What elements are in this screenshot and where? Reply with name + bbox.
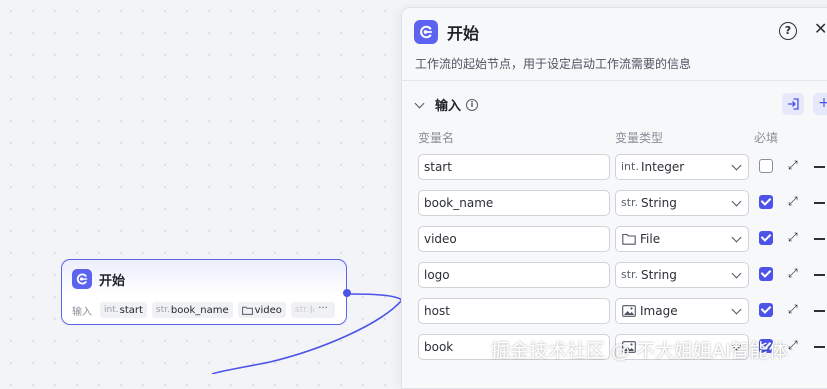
node-config-panel: 开始 ? ✕ 工作流的起始节点，用于设定启动工作流需要的信息 输入 i + 变量… (401, 7, 827, 389)
variable-name-input[interactable]: host (418, 298, 610, 324)
watermark: 掘金技术社区 @ 不大姐姐AI智能体 (491, 340, 788, 362)
expand-icon[interactable]: ⤢ (788, 194, 798, 209)
expand-icon[interactable]: ⤢ (788, 230, 798, 245)
remove-icon[interactable] (814, 202, 825, 204)
import-button[interactable] (782, 93, 804, 115)
type-label: Image (640, 304, 678, 318)
input-section-header[interactable]: 输入 i (414, 95, 479, 114)
variable-type-select[interactable]: int. Integer (615, 154, 749, 180)
node-input-list: 输入 int.start str.book_name video str.log… (72, 302, 340, 318)
type-label: String (641, 196, 677, 210)
variable-row: video File ⤢ (402, 226, 827, 252)
expand-icon[interactable]: ⤢ (788, 158, 798, 173)
column-header-name: 变量名 (418, 131, 455, 145)
panel-title: 开始 (447, 24, 480, 43)
variable-row: host Image ⤢ (402, 298, 827, 324)
remove-icon[interactable] (814, 166, 825, 168)
chevron-down-icon (731, 304, 742, 315)
node-input-label: 输入 (72, 306, 92, 318)
node-more-button[interactable]: ··· (314, 302, 332, 318)
start-node[interactable]: 开始 输入 int. start str. book_name video str.… (61, 259, 351, 325)
required-checkbox[interactable] (759, 195, 773, 209)
type-label: Integer (641, 160, 685, 174)
remove-icon[interactable] (814, 238, 825, 240)
panel-description: 工作流的起始节点，用于设定启动工作流需要的信息 (415, 57, 692, 71)
type-label: String (641, 268, 677, 282)
info-icon[interactable]: i (466, 98, 479, 111)
add-variable-button[interactable]: + (813, 93, 827, 115)
divider (402, 80, 827, 81)
node-var-chip: video (237, 302, 286, 318)
chevron-down-icon (731, 268, 742, 279)
start-node-icon (72, 269, 92, 289)
import-icon (788, 98, 799, 110)
folder-icon (241, 306, 253, 315)
variable-type-select[interactable]: str. String (615, 262, 749, 288)
expand-icon[interactable]: ⤢ (788, 266, 798, 281)
variable-name-input[interactable]: start (418, 154, 610, 180)
required-checkbox[interactable] (759, 231, 773, 245)
expand-icon[interactable]: ⤢ (788, 302, 798, 317)
variable-name-input[interactable]: video (418, 226, 610, 252)
chevron-down-icon (731, 232, 742, 243)
folder-icon (622, 233, 636, 245)
node-var-chip: int. start (100, 302, 147, 318)
required-checkbox[interactable] (759, 159, 773, 173)
type-prefix: str. (621, 196, 639, 209)
node-var-chip: str. book_name (151, 302, 233, 318)
required-checkbox[interactable] (759, 267, 773, 281)
remove-icon[interactable] (814, 274, 825, 276)
node-output-handle[interactable] (343, 289, 351, 297)
section-title: 输入 (435, 99, 462, 114)
start-node-icon (414, 20, 438, 44)
variable-name-input[interactable]: book_name (418, 190, 610, 216)
node-header: 开始 (72, 269, 125, 289)
close-icon[interactable]: ✕ (814, 19, 827, 38)
panel-header: 开始 (414, 20, 479, 44)
variable-row: book_name str. String ⤢ (402, 190, 827, 216)
variable-row: logo str. String ⤢ (402, 262, 827, 288)
variable-row: start int. Integer ⤢ (402, 154, 827, 180)
variable-type-select[interactable]: File (615, 226, 749, 252)
chevron-down-icon[interactable] (414, 98, 425, 108)
variable-type-select[interactable]: Image (615, 298, 749, 324)
help-icon[interactable]: ? (779, 22, 797, 40)
type-label: File (640, 232, 661, 246)
image-icon (622, 305, 636, 317)
chevron-down-icon (731, 196, 742, 207)
type-prefix: int. (621, 160, 639, 173)
type-prefix: str. (621, 268, 639, 281)
column-header-required: 必填 (754, 131, 779, 145)
variable-name-input[interactable]: logo (418, 262, 610, 288)
node-title: 开始 (99, 273, 126, 289)
column-header-type: 变量类型 (615, 131, 664, 145)
expand-icon[interactable]: ⤢ (788, 338, 798, 353)
remove-icon[interactable] (814, 310, 825, 312)
variable-type-select[interactable]: str. String (615, 190, 749, 216)
required-checkbox[interactable] (759, 303, 773, 317)
remove-icon[interactable] (814, 346, 825, 348)
chevron-down-icon (731, 160, 742, 171)
